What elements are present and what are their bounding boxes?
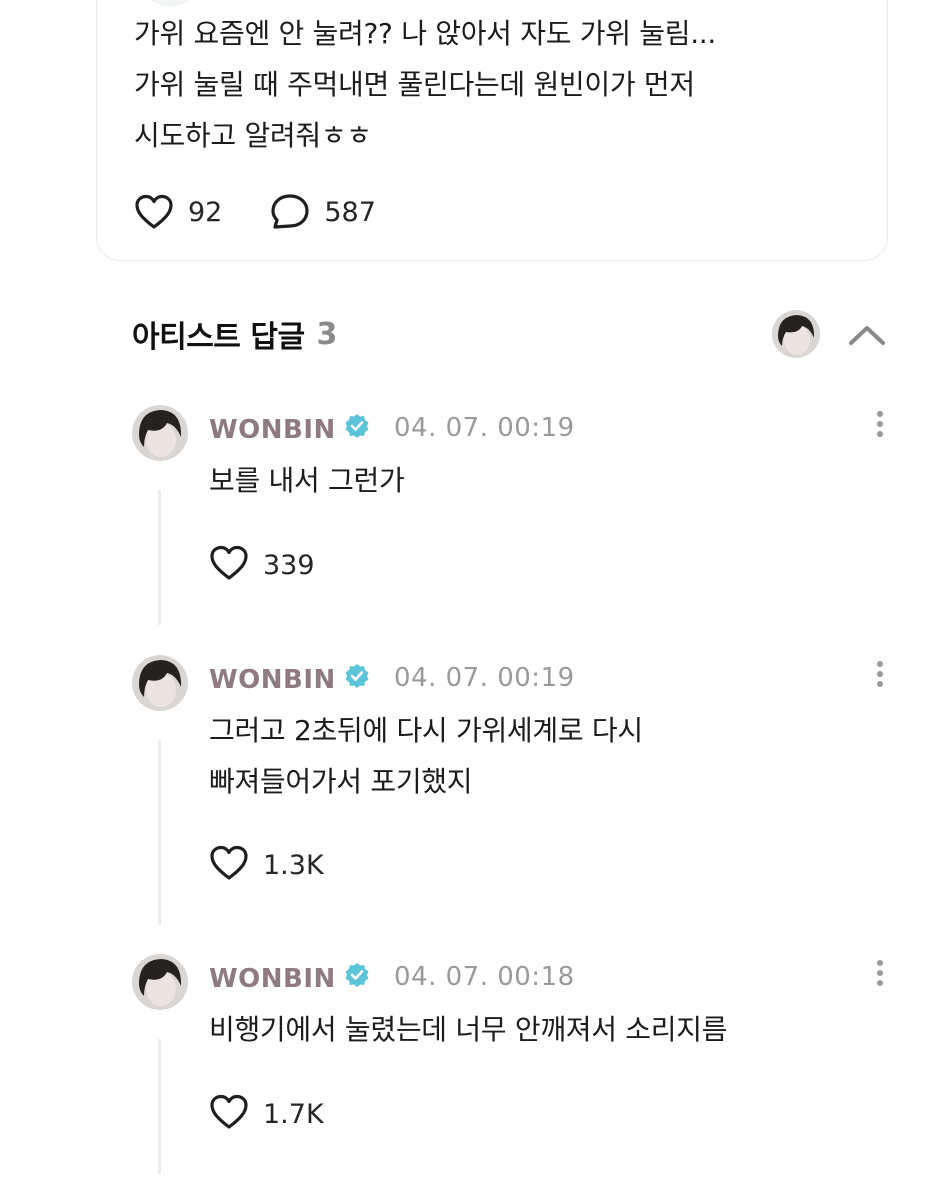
reply-like-button[interactable]: 339	[209, 545, 315, 585]
verified-badge-icon	[344, 962, 370, 995]
heart-outline-icon	[209, 1094, 249, 1134]
fan-avatar[interactable]	[137, 0, 203, 6]
post-like-count: 92	[188, 196, 223, 228]
reply-author-name: WONBIN	[209, 664, 336, 695]
more-vertical-icon	[868, 960, 892, 986]
reply-author-name: WONBIN	[209, 963, 336, 994]
post-comment-count: 587	[324, 196, 376, 228]
reply-avatar[interactable]	[132, 655, 188, 711]
verified-badge-icon	[344, 413, 370, 446]
post-text: 가위 요즘엔 안 눌려?? 나 앉아서 자도 가위 눌림... 가위 눌릴 때 …	[134, 17, 717, 152]
artist-reply: WONBIN 04. 07. 00:18 비행기에서 눌렸는데 너무 안깨져서 …	[132, 954, 892, 1174]
post-comment-button[interactable]: 587	[270, 193, 376, 231]
reply-author[interactable]: WONBIN	[209, 962, 370, 995]
reply-like-count: 339	[263, 549, 315, 581]
reply-avatar[interactable]	[132, 405, 188, 461]
artist-replies-count: 3	[316, 316, 338, 352]
thread-line	[158, 490, 161, 625]
collapse-replies-button[interactable]	[846, 316, 888, 352]
artist-reply: WONBIN 04. 07. 00:19 보를 내서 그런가 339	[132, 405, 892, 625]
reply-author-name: WONBIN	[209, 414, 336, 445]
reply-like-count: 1.7K	[263, 1098, 324, 1130]
reply-text: 그러고 2초뒤에 다시 가위세계로 다시 빠져들어가서 포기했지	[209, 714, 643, 798]
artist-avatar[interactable]	[772, 310, 820, 358]
reply-date: 04. 07. 00:19	[394, 413, 575, 443]
reply-more-button[interactable]	[868, 407, 892, 447]
reply-like-button[interactable]: 1.3K	[209, 845, 324, 885]
reply-more-button[interactable]	[868, 657, 892, 697]
artist-replies-header: 아티스트 답글 3	[132, 312, 337, 356]
post-like-button[interactable]: 92	[134, 194, 222, 230]
artist-reply: WONBIN 04. 07. 00:19 그러고 2초뒤에 다시 가위세계로 다…	[132, 655, 892, 925]
thread-line	[158, 1039, 161, 1174]
heart-outline-icon	[209, 845, 249, 885]
speech-bubble-icon	[270, 193, 310, 231]
reply-author[interactable]: WONBIN	[209, 413, 370, 446]
artist-replies-title: 아티스트 답글	[132, 320, 305, 355]
reply-date: 04. 07. 00:19	[394, 663, 575, 693]
reply-author[interactable]: WONBIN	[209, 663, 370, 696]
chevron-up-icon	[846, 326, 888, 356]
reply-text: 비행기에서 눌렸는데 너무 안깨져서 소리지름	[209, 1013, 728, 1046]
verified-badge-icon	[344, 663, 370, 696]
post-actions: 92 587	[134, 192, 424, 232]
reply-text: 보를 내서 그런가	[209, 464, 405, 497]
heart-outline-icon	[134, 194, 174, 230]
reply-like-button[interactable]: 1.7K	[209, 1094, 324, 1134]
reply-more-button[interactable]	[868, 956, 892, 996]
thread-line	[158, 740, 161, 925]
more-vertical-icon	[868, 661, 892, 687]
reply-date: 04. 07. 00:18	[394, 962, 575, 992]
heart-outline-icon	[209, 545, 249, 585]
reply-avatar[interactable]	[132, 954, 188, 1010]
reply-like-count: 1.3K	[263, 849, 324, 881]
more-vertical-icon	[868, 411, 892, 437]
